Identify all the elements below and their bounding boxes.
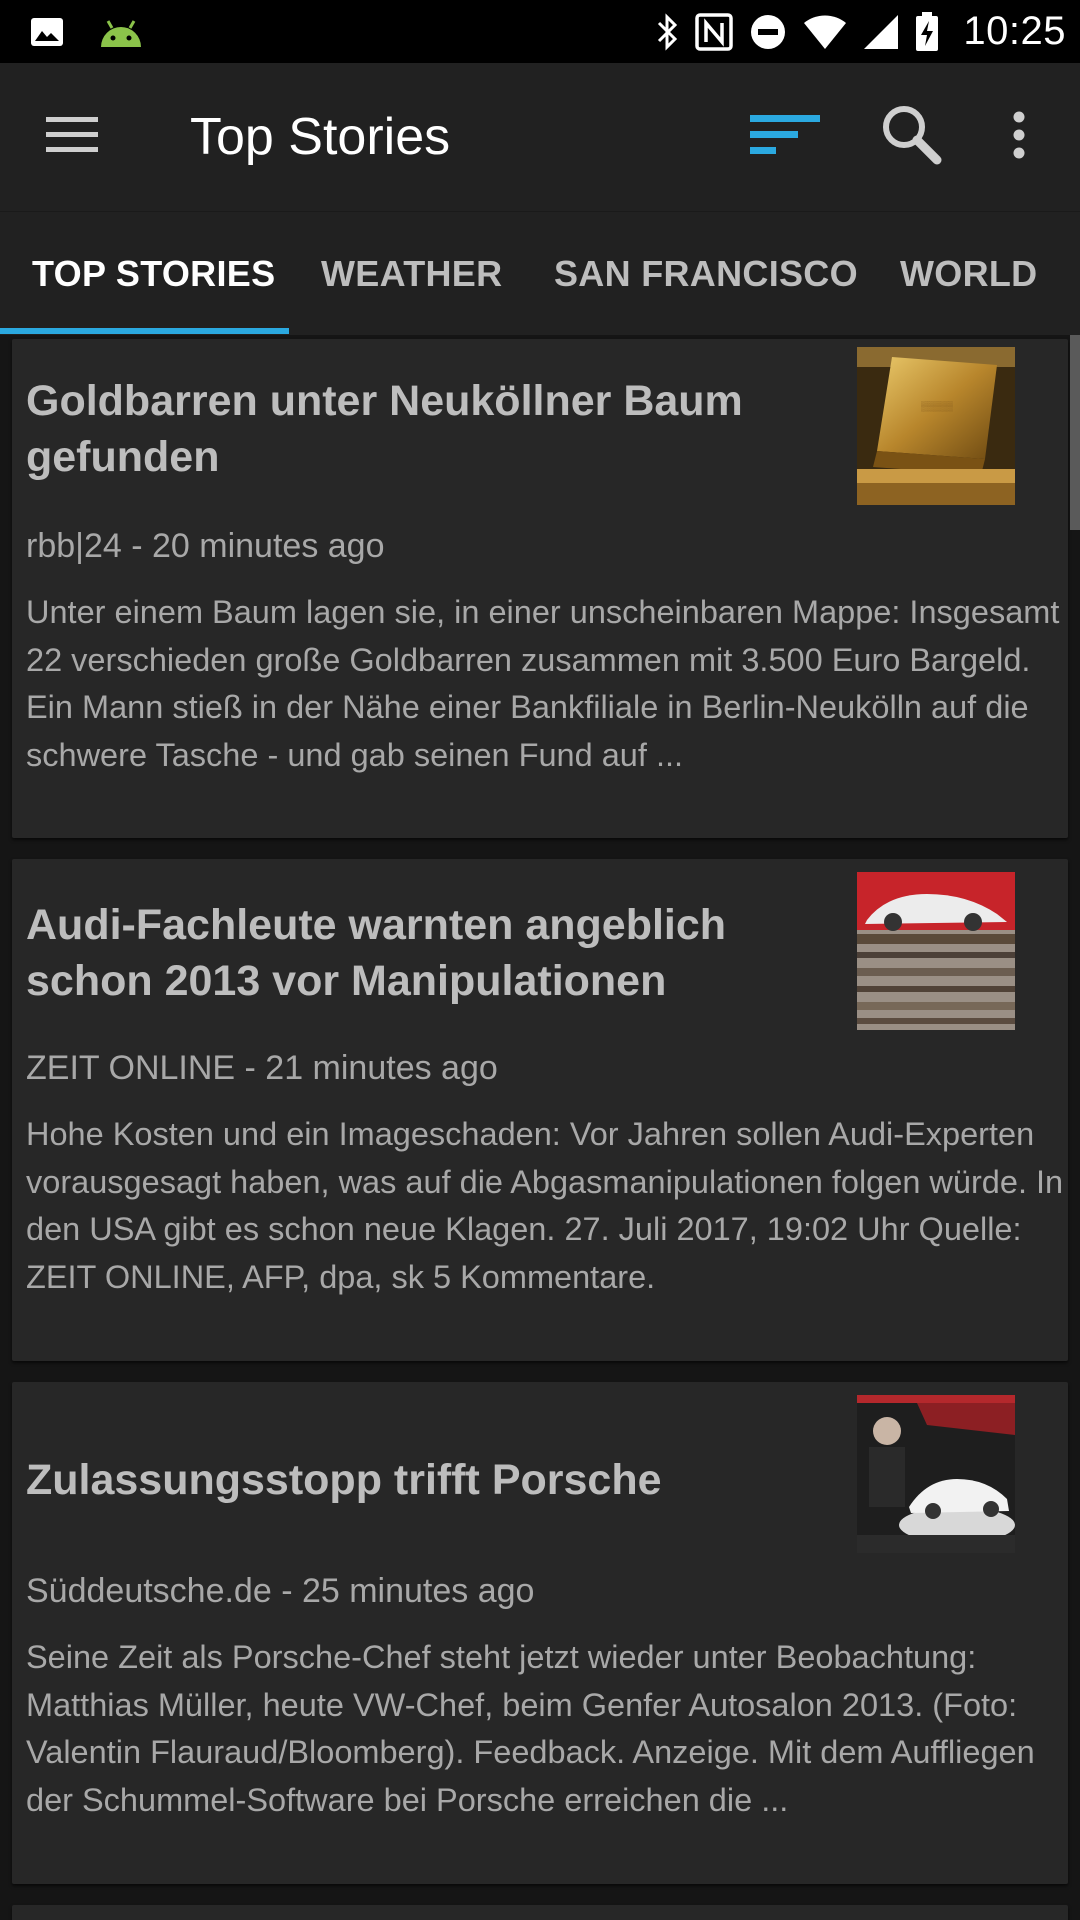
tab-top-stories[interactable]: TOP STORIES xyxy=(32,212,275,336)
story-title[interactable]: Audi-Fachleute warnten angeblich schon 2… xyxy=(26,897,826,1009)
story-snippet: Seine Zeit als Porsche-Chef steht jetzt … xyxy=(26,1639,1035,1818)
story-source: Süddeutsche.de - 25 minutes ago xyxy=(26,1572,535,1610)
page-title: Top Stories xyxy=(190,108,451,166)
menu-icon[interactable] xyxy=(46,115,98,155)
sort-icon[interactable] xyxy=(750,113,820,157)
do-not-disturb-icon xyxy=(751,14,786,49)
tab-world[interactable]: WORLD xyxy=(900,212,1037,336)
story-card[interactable] xyxy=(12,1905,1068,1920)
story-card[interactable]: Zulassungsstopp trifft Porsche Süddeutsc… xyxy=(12,1382,1068,1884)
svg-text:▒▒▒▒▒: ▒▒▒▒▒ xyxy=(921,401,954,412)
tab-bar: TOP STORIES WEATHER SAN FRANCISCO WORLD xyxy=(0,211,1080,335)
story-snippet: Hohe Kosten und ein Imageschaden: Vor Ja… xyxy=(26,1116,1064,1295)
tab-san-francisco[interactable]: SAN FRANCISCO xyxy=(554,212,858,336)
signal-icon xyxy=(864,14,899,49)
story-card[interactable]: ▒▒▒▒▒ Goldbarren unter Neuköllner Baum g… xyxy=(12,339,1068,838)
tab-indicator xyxy=(0,328,289,334)
gold-bars-image: ▒▒▒▒▒ xyxy=(857,347,1015,505)
story-title[interactable]: Zulassungsstopp trifft Porsche xyxy=(26,1452,826,1508)
app-bar: Top Stories xyxy=(0,63,1080,211)
story-feed[interactable]: ▒▒▒▒▒ Goldbarren unter Neuköllner Baum g… xyxy=(0,335,1080,1920)
search-icon[interactable] xyxy=(880,103,942,165)
story-source: ZEIT ONLINE - 21 minutes ago xyxy=(26,1049,498,1087)
audi-car-image xyxy=(857,872,1015,1030)
story-source: rbb|24 - 20 minutes ago xyxy=(26,527,385,565)
status-time: 10:25 xyxy=(963,9,1066,53)
status-bar: 10:25 xyxy=(0,0,1080,63)
tab-weather[interactable]: WEATHER xyxy=(321,212,502,336)
story-snippet: Unter einem Baum lagen sie, in einer uns… xyxy=(26,594,1060,773)
image-icon xyxy=(31,17,63,46)
nfc-icon xyxy=(695,12,734,51)
story-card[interactable]: Audi-Fachleute warnten angeblich schon 2… xyxy=(12,859,1068,1361)
story-title[interactable]: Goldbarren unter Neuköllner Baum gefunde… xyxy=(26,373,826,485)
android-icon xyxy=(101,19,141,47)
scrollbar[interactable] xyxy=(1070,335,1080,530)
more-options-icon[interactable] xyxy=(1012,111,1026,159)
bluetooth-icon xyxy=(658,12,678,51)
wifi-icon xyxy=(804,14,847,49)
porsche-image xyxy=(857,1395,1015,1553)
battery-icon xyxy=(916,11,939,51)
